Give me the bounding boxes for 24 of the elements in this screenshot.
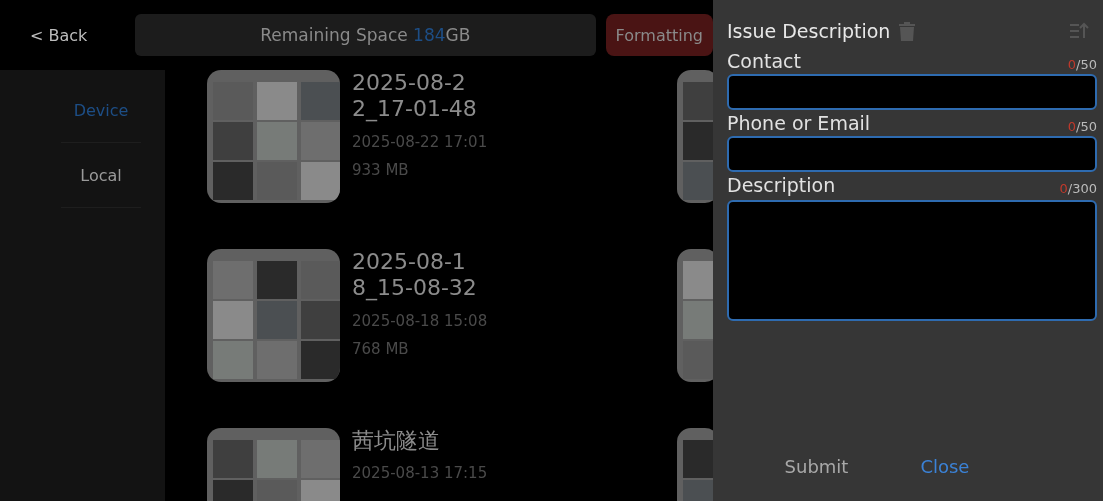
file-size: 768 MB (352, 339, 410, 358)
file-name: 2025-08-2 2_17-01-48 (352, 70, 478, 123)
file-name: 茜坑隧道 (352, 428, 441, 455)
dialog-title: Issue Description (727, 20, 891, 42)
formatting-button[interactable]: Formatting (605, 14, 713, 56)
character-counter: 0/50 (1067, 119, 1097, 134)
close-button[interactable]: Close (914, 454, 976, 478)
remaining-space-bar: Remaining Space 184GB (135, 14, 596, 56)
input-field[interactable] (727, 74, 1097, 110)
file-name: 2025-08-1 8_15-08-32 (352, 249, 478, 302)
back-button[interactable]: < Back (30, 25, 125, 45)
character-counter: 0/50 (1067, 57, 1097, 72)
field-label: Description (727, 174, 836, 196)
description-field[interactable] (727, 200, 1097, 321)
file-date: 2025-08-18 15:08 (352, 311, 488, 330)
file-date: 2025-08-13 17:15 (352, 464, 488, 483)
field-label: Phone or Email (727, 112, 871, 134)
file-date: 2025-08-22 17:01 (352, 132, 488, 151)
input-field[interactable] (727, 136, 1097, 172)
character-counter: 0/300 (1059, 181, 1097, 196)
file-size: 933 MB (352, 160, 410, 179)
submit-button[interactable]: Submit (778, 454, 855, 478)
sidebar-tab[interactable]: Local (61, 143, 141, 208)
field-label: Contact (727, 50, 801, 72)
